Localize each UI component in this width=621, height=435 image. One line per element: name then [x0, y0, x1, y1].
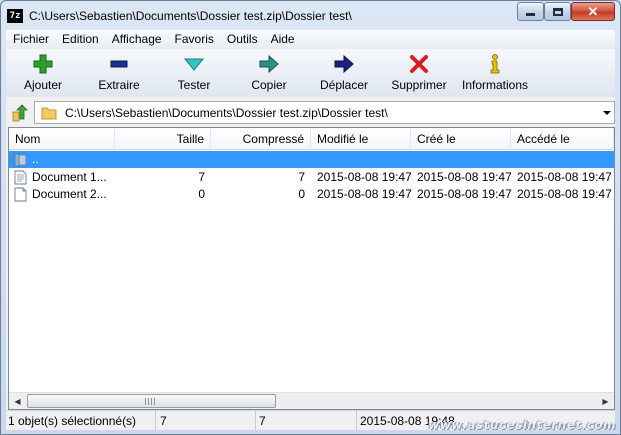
row-created: 2015-08-08 19:47 [417, 170, 512, 184]
watermark: www.astucesinternet.com [428, 418, 616, 432]
up-folder-icon [12, 104, 28, 122]
row-created: 2015-08-08 19:47 [417, 187, 512, 201]
address-bar: C:\Users\Sebastien\Documents\Dossier tes… [6, 101, 615, 125]
row-name: .. [32, 152, 39, 166]
up-folder-button[interactable] [9, 103, 31, 123]
minus-icon [110, 60, 128, 68]
list-item-document-1[interactable]: Document 1... 7 7 2015-08-08 19:47 2015-… [9, 169, 614, 186]
scroll-left-button[interactable]: ◀ [9, 393, 26, 409]
toolbar: Ajouter Extraire Tester Copier Déplacer … [6, 49, 615, 97]
column-accessed[interactable]: Accédé le [511, 128, 614, 150]
status-size: 7 [158, 411, 256, 431]
grip-icon [145, 398, 157, 405]
row-packed: 7 [298, 170, 305, 184]
title-bar[interactable]: 7z C:\Users\Sebastien\Documents\Dossier … [1, 1, 620, 30]
minimize-button[interactable] [517, 2, 544, 21]
add-button[interactable]: Ajouter [12, 53, 74, 95]
row-accessed: 2015-08-08 19:47 [517, 170, 612, 184]
horizontal-scrollbar[interactable]: ◀ ▶ [9, 392, 614, 409]
row-name: Document 1... [32, 170, 107, 184]
scroll-left-icon: ◀ [14, 396, 21, 406]
close-button[interactable]: ✕ [571, 2, 615, 21]
scrollbar-thumb[interactable] [27, 394, 276, 408]
menu-favoris[interactable]: Favoris [168, 30, 220, 49]
menu-fichier[interactable]: Fichier [6, 30, 55, 49]
copy-label: Copier [251, 78, 287, 92]
move-label: Déplacer [319, 78, 369, 92]
extract-button[interactable]: Extraire [86, 53, 152, 95]
extract-label: Extraire [98, 78, 140, 92]
window-title: C:\Users\Sebastien\Documents\Dossier tes… [29, 9, 352, 23]
row-modified: 2015-08-08 19:47 [317, 187, 412, 201]
copy-arrow-icon [259, 54, 279, 74]
row-size: 7 [198, 170, 205, 184]
column-modified[interactable]: Modifié le [311, 128, 411, 150]
caption-buttons: ✕ [517, 2, 615, 21]
list-header: Nom Taille Compressé Modifié le Créé le … [9, 128, 614, 150]
copy-button[interactable]: Copier [238, 53, 300, 95]
dropdown-arrow-icon[interactable] [603, 111, 611, 115]
minimize-icon [526, 13, 535, 16]
delete-label: Supprimer [391, 78, 447, 92]
document-icon [14, 170, 27, 185]
menu-aide[interactable]: Aide [264, 30, 301, 49]
row-name: Document 2... [32, 187, 107, 201]
file-list[interactable]: Nom Taille Compressé Modifié le Créé le … [8, 127, 615, 410]
menu-affichage[interactable]: Affichage [105, 30, 168, 49]
info-button[interactable]: Informations [456, 53, 534, 95]
move-button[interactable]: Déplacer [312, 53, 376, 95]
plus-icon [33, 54, 53, 74]
menu-edition[interactable]: Edition [55, 30, 105, 49]
info-icon [490, 54, 500, 74]
path-text: C:\Users\Sebastien\Documents\Dossier tes… [65, 106, 388, 120]
column-name[interactable]: Nom [9, 128, 115, 150]
menu-outils[interactable]: Outils [220, 30, 264, 49]
application-window: 7z C:\Users\Sebastien\Documents\Dossier … [0, 0, 621, 435]
row-size: 0 [198, 187, 205, 201]
check-arrow-icon [183, 58, 205, 71]
column-packed[interactable]: Compressé [211, 128, 311, 150]
row-modified: 2015-08-08 19:47 [317, 170, 412, 184]
maximize-button[interactable] [544, 2, 571, 21]
status-selection: 1 objet(s) sélectionné(s) [6, 411, 156, 431]
status-packed: 7 [257, 411, 357, 431]
client-area: Fichier Edition Affichage Favoris Outils… [6, 30, 615, 431]
path-combobox[interactable]: C:\Users\Sebastien\Documents\Dossier tes… [34, 101, 615, 124]
maximize-icon [552, 7, 563, 16]
add-label: Ajouter [23, 78, 63, 92]
folder-icon [14, 153, 27, 167]
menu-bar: Fichier Edition Affichage Favoris Outils… [6, 30, 615, 49]
close-icon: ✕ [587, 4, 599, 19]
row-accessed: 2015-08-08 19:47 [517, 187, 612, 201]
list-item-document-2[interactable]: Document 2... 0 0 2015-08-08 19:47 2015-… [9, 186, 614, 203]
app-icon[interactable]: 7z [7, 9, 23, 23]
column-created[interactable]: Créé le [411, 128, 511, 150]
scroll-right-icon: ▶ [602, 396, 609, 406]
scroll-right-button[interactable]: ▶ [597, 393, 614, 409]
delete-button[interactable]: Supprimer [386, 53, 452, 95]
test-label: Tester [177, 78, 211, 92]
list-item-parent[interactable]: .. [9, 151, 614, 168]
column-size[interactable]: Taille [115, 128, 211, 150]
folder-icon [41, 107, 57, 120]
row-packed: 0 [298, 187, 305, 201]
document-icon [14, 187, 27, 202]
delete-x-icon [410, 55, 428, 73]
move-arrow-icon [334, 54, 354, 74]
test-button[interactable]: Tester [164, 53, 224, 95]
info-label: Informations [461, 78, 529, 92]
